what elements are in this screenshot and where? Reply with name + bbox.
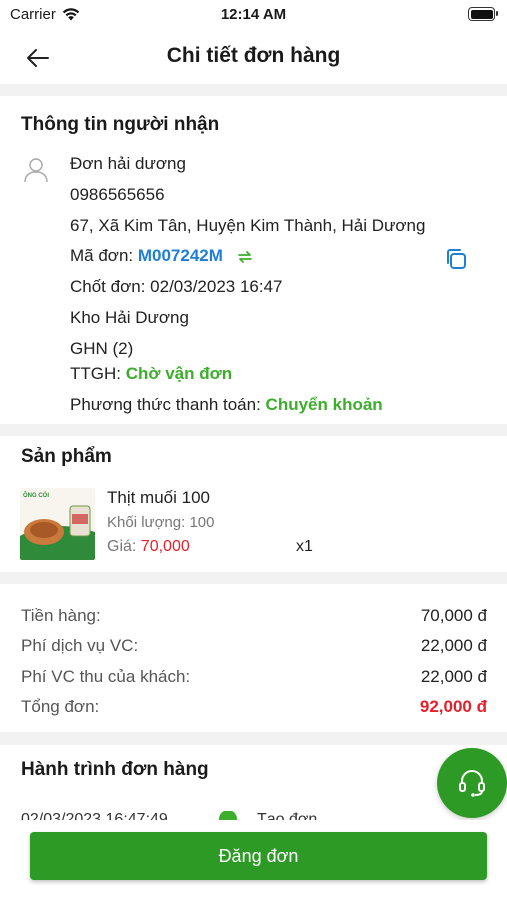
clock: 12:14 AM	[220, 6, 287, 23]
product-name: Thịt muối 100	[107, 488, 210, 507]
order-total: 92,000 đ	[419, 697, 487, 716]
order-summary: Tiền hàng: 70,000 đ Phí dịch vụ VC: 22,0…	[0, 584, 507, 732]
journey-section-title: Hành trình đơn hàng	[21, 759, 209, 780]
recipient-section-title: Thông tin người nhận	[21, 114, 220, 135]
product-price-value: 70,000	[140, 538, 190, 555]
summary-row-shipping-service: Phí dịch vụ VC: 22,000 đ	[21, 636, 487, 656]
payment-line: Phương thức thanh toán: Chuyển khoản	[70, 395, 383, 415]
shipping-status: Chờ vận đơn	[125, 364, 233, 383]
product-price-label: Giá:	[107, 538, 137, 555]
closed-line: Chốt đơn: 02/03/2023 16:47	[70, 277, 283, 297]
support-button[interactable]	[437, 748, 507, 818]
sync-icon[interactable]	[236, 248, 254, 266]
bottom-bar: Đăng đơn	[0, 820, 507, 900]
nav-bar: Chi tiết đơn hàng	[0, 32, 507, 84]
page-title: Chi tiết đơn hàng	[166, 44, 341, 67]
submit-order-button[interactable]: Đăng đơn	[30, 832, 487, 880]
product-image: ÔNG CÓI	[20, 488, 95, 560]
product-weight-label: Khối lượng:	[107, 514, 186, 531]
closed-at: 02/03/2023 16:47	[150, 277, 283, 296]
summary-value: 22,000 đ	[420, 636, 487, 655]
shipping-carrier: GHN (2)	[70, 339, 134, 358]
shipping-status-label: TTGH:	[70, 364, 121, 383]
product-image-brand: ÔNG CÓI	[23, 491, 49, 499]
products-section-title: Sản phẩm	[21, 446, 112, 467]
payment-method: Chuyển khoản	[265, 395, 383, 414]
products-card: Sản phẩm ÔNG CÓI Thịt muối 100 Khối lượn…	[0, 436, 507, 572]
shipping-status-line: TTGH: Chờ vận đơn	[70, 364, 232, 384]
summary-value: 22,000 đ	[420, 667, 487, 686]
summary-label: Phí dịch vụ VC:	[21, 636, 139, 655]
status-bar: Carrier 12:14 AM	[0, 0, 507, 32]
summary-row-goods: Tiền hàng: 70,000 đ	[21, 606, 487, 626]
copy-icon[interactable]	[443, 246, 469, 272]
user-icon	[24, 158, 48, 183]
payment-label: Phương thức thanh toán:	[70, 395, 261, 414]
summary-label: Phí VC thu của khách:	[21, 667, 191, 686]
recipient-name: Đơn hải dương	[70, 154, 186, 173]
product-price: Giá: 70,000	[107, 538, 190, 556]
product-weight-value: 100	[189, 514, 215, 531]
summary-value: 70,000 đ	[420, 606, 487, 625]
warehouse: Kho Hải Dương	[70, 308, 189, 327]
order-code-label: Mã đơn:	[70, 246, 134, 265]
product-image-art: ÔNG CÓI	[20, 488, 95, 560]
order-code-line: Mã đơn: M007242M	[70, 246, 254, 266]
battery-icon	[468, 7, 498, 21]
summary-row-customer-shipping: Phí VC thu của khách: 22,000 đ	[21, 667, 487, 687]
order-code[interactable]: M007242M	[138, 246, 223, 265]
summary-label: Tổng đơn:	[21, 697, 100, 716]
summary-row-total: Tổng đơn: 92,000 đ	[21, 697, 487, 717]
headset-icon	[459, 770, 485, 797]
summary-label: Tiền hàng:	[21, 606, 101, 625]
recipient-card: Thông tin người nhận Đơn hải dương 09865…	[0, 96, 507, 424]
recipient-address: 67, Xã Kim Tân, Huyện Kim Thành, Hải Dươ…	[70, 216, 426, 235]
recipient-phone: 0986565656	[70, 185, 165, 204]
product-quantity: x1	[296, 538, 313, 555]
closed-label: Chốt đơn:	[70, 277, 146, 296]
product-weight: Khối lượng: 100	[107, 514, 214, 531]
